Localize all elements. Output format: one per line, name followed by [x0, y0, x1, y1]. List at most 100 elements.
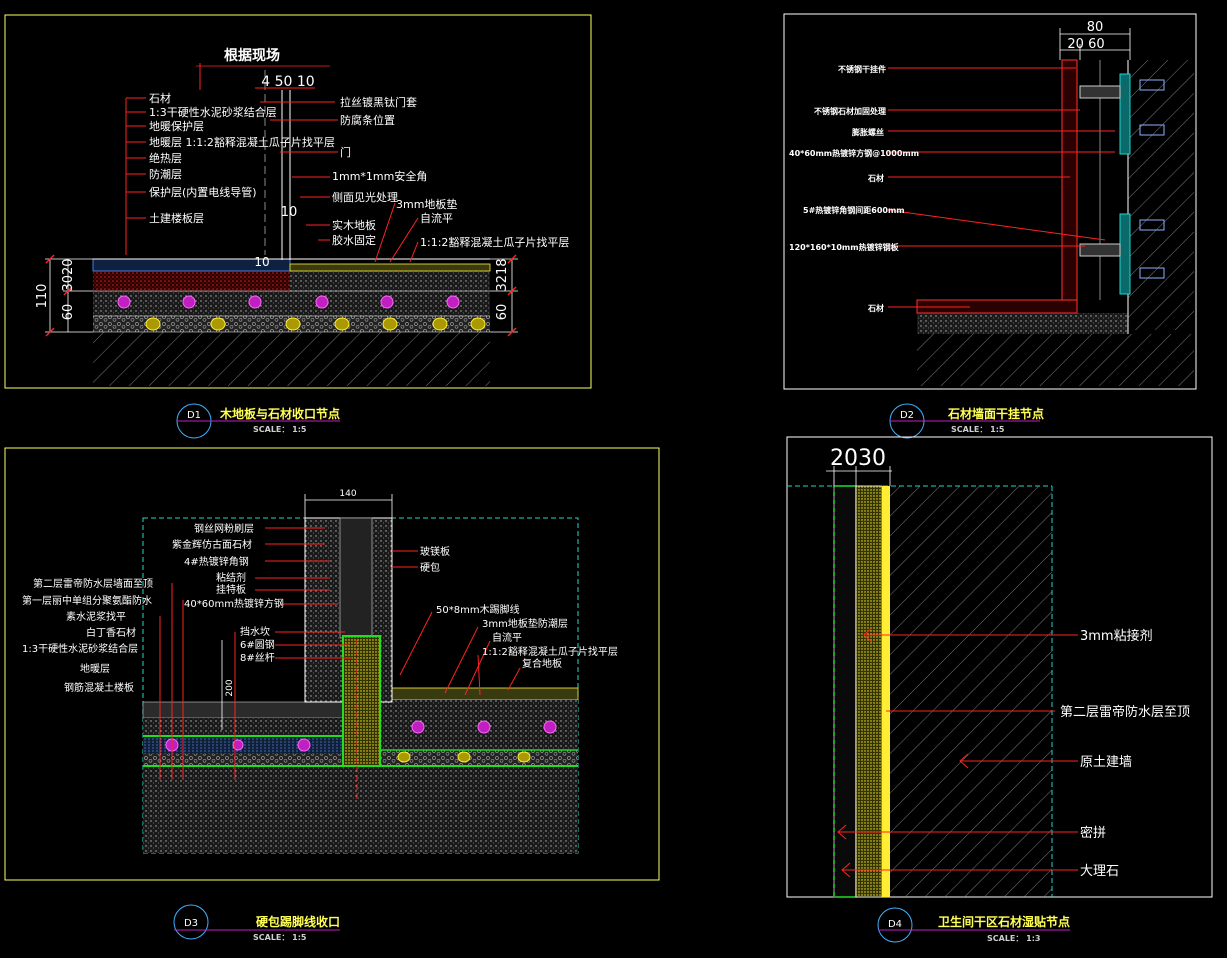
d2-label: 40*60mm热镀锌方钢@1000mm	[789, 148, 919, 158]
d2-dim-sub: 20 60	[1067, 37, 1104, 52]
d3-label: 4#热镀锌角钢	[184, 555, 249, 568]
d1-dim-mid: 4 50 10	[261, 74, 314, 90]
d3-tag: D3	[184, 918, 198, 929]
d1-label: 1:1:2豁释混凝土瓜子片找平层	[420, 235, 569, 249]
d2-tag: D2	[900, 410, 914, 421]
d3-label: 素水泥浆找平	[66, 610, 126, 623]
d4-label: 3mm粘接剂	[1080, 628, 1153, 644]
d1-heating-layer	[93, 291, 490, 316]
d2-title: 石材墙面干挂节点	[947, 406, 1044, 421]
d2-label: 120*160*10mm热镀锌钢板	[789, 242, 900, 252]
d3-label: 自流平	[492, 631, 522, 644]
d4-scale: SCALE： 1:3	[987, 934, 1041, 943]
d3-label: 紫金辉仿古面石材	[172, 538, 252, 551]
d2-label: 不锈钢石材加固处理	[814, 106, 886, 116]
d1-label: 保护层(内置电线导管)	[149, 185, 257, 199]
d1-dim-10b: 10	[254, 255, 269, 269]
d1-label: 地暖层 1:1:2豁释混凝土瓜子片找平层	[149, 135, 335, 149]
d3-label: 玻镁板	[420, 545, 450, 558]
d3-label: 50*8mm木踢脚线	[436, 603, 520, 616]
d4-title: 卫生间干区石材湿贴节点	[938, 914, 1070, 929]
d3-wall-core	[339, 517, 373, 639]
d1-dim-top: 根据现场	[224, 47, 280, 64]
d4-label: 密拼	[1080, 825, 1106, 841]
d1-title: 木地板与石材收口节点	[219, 406, 340, 421]
d2-label: 石材	[867, 303, 884, 313]
d1-label: 防潮层	[149, 167, 182, 181]
d2-dim-top: 80	[1087, 20, 1104, 35]
d1-dim-left-60: 60	[61, 304, 76, 321]
d1-tag: D1	[187, 410, 201, 421]
d4-adhesive	[855, 485, 883, 898]
d4-marble	[833, 485, 857, 898]
d1-label: 防腐条位置	[340, 113, 395, 127]
d1-label: 绝热层	[149, 151, 182, 165]
detail-d3: 140 200 钢丝网粉刷层 紫金辉仿古面石材 4#热镀锌角钢 粘结剂 挂特板 …	[4, 447, 660, 942]
d4-dim-top: 2030	[830, 446, 886, 471]
d2-label: 不锈钢干挂件	[838, 64, 886, 74]
d3-labels-right: 玻镁板 硬包 50*8mm木踢脚线 3mm地板垫防潮层 自流平 1:1:2豁释混…	[420, 545, 618, 670]
d3-left-layer-1	[142, 701, 344, 719]
d1-label: 门	[340, 145, 351, 159]
d1-label: 1mm*1mm安全角	[332, 169, 427, 183]
d3-left-layer-4	[143, 754, 343, 766]
d1-label: 自流平	[420, 211, 453, 225]
d1-label: 拉丝镀黑钛门套	[340, 95, 417, 109]
d1-ground	[93, 332, 490, 386]
d4-label: 第二层雷帝防水层至顶	[1060, 704, 1190, 720]
d3-scale: SCALE： 1:5	[253, 933, 307, 942]
d1-label: 实木地板	[332, 218, 376, 232]
d3-dim-top: 140	[339, 489, 356, 499]
d1-dim-right-3218: 3218	[495, 258, 510, 291]
d3-label: 钢丝网粉刷层	[194, 522, 254, 535]
d2-labels: 不锈钢干挂件 不锈钢石材加固处理 膨胀螺丝 40*60mm热镀锌方钢@1000m…	[789, 64, 919, 313]
d4-tag: D4	[888, 919, 902, 930]
d1-scale: SCALE： 1:5	[253, 425, 307, 434]
d3-curb	[342, 635, 381, 767]
d2-wall-stone	[1061, 59, 1078, 301]
d1-label: 土建楼板层	[149, 211, 204, 225]
d4-label: 原土建墙	[1080, 755, 1132, 770]
d1-dim-10: 10	[281, 205, 298, 220]
d3-label: 挂特板	[216, 583, 246, 596]
d3-label: 8#丝杆	[240, 652, 275, 664]
d3-label: 第二层雷帝防水层墙面至顶	[33, 577, 153, 590]
d3-left-layer-2	[143, 718, 343, 736]
d1-label: 石材	[149, 91, 171, 105]
d1-wood-floor	[289, 263, 491, 272]
d3-label: 40*60mm热镀锌方钢	[184, 597, 284, 610]
cad-drawing-sheet: 根据现场 4 50 10 10 10 110 3020 60 3218 60 石…	[4, 13, 1213, 943]
d3-label: 硬包	[420, 561, 440, 574]
d3-label: 3mm地板垫防潮层	[482, 617, 568, 630]
d1-label: 侧面见光处理	[332, 190, 398, 204]
d3-title: 硬包踢脚线收口	[256, 914, 340, 929]
d2-wall-hatch	[1128, 60, 1194, 330]
d4-labels: 3mm粘接剂 第二层雷帝防水层至顶 原土建墙 密拼 大理石	[1060, 628, 1190, 879]
d2-label: 石材	[867, 173, 884, 183]
d4-waterproof	[882, 486, 890, 897]
d3-label: 6#圆钢	[240, 638, 275, 651]
d3-label: 复合地板	[522, 657, 562, 670]
detail-d1: 根据现场 4 50 10 10 10 110 3020 60 3218 60 石…	[4, 14, 592, 439]
d1-left-labels: 石材 1:3干硬性水泥砂浆结合层 地暖保护层 地暖层 1:1:2豁释混凝土瓜子片…	[149, 91, 335, 225]
d3-label: 1:1:2豁释混凝土瓜子片找平层	[482, 645, 618, 658]
d3-right-floor	[379, 687, 579, 701]
detail-d4: 2030 3mm粘接剂 第二层雷帝防水层至顶 原土建墙 密拼 大理石 D4 卫生…	[786, 436, 1213, 943]
d2-leaders	[887, 67, 1115, 308]
d2-floor-screed	[917, 313, 1128, 334]
d1-wood-bed	[290, 271, 490, 291]
d3-label: 白丁香石材	[86, 626, 136, 639]
d1-red-stone-layer	[93, 271, 290, 291]
d3-label: 1:3干硬性水泥砂浆结合层	[22, 642, 138, 655]
d1-label: 胶水固定	[332, 233, 376, 247]
d4-label: 大理石	[1080, 864, 1119, 879]
d1-label: 3mm地板垫	[396, 197, 457, 211]
d3-label: 粘结剂	[216, 571, 246, 584]
d3-label: 挡水坎	[240, 625, 270, 638]
d1-dim-left-110: 110	[35, 284, 50, 309]
d2-label: 膨胀螺丝	[851, 127, 884, 137]
d1-dim-left-3020: 3020	[61, 258, 76, 291]
d3-dim-side: 200	[225, 679, 235, 696]
d1-label: 地暖保护层	[149, 119, 204, 133]
d2-label: 5#热镀锌角钢间距600mm	[803, 205, 905, 215]
